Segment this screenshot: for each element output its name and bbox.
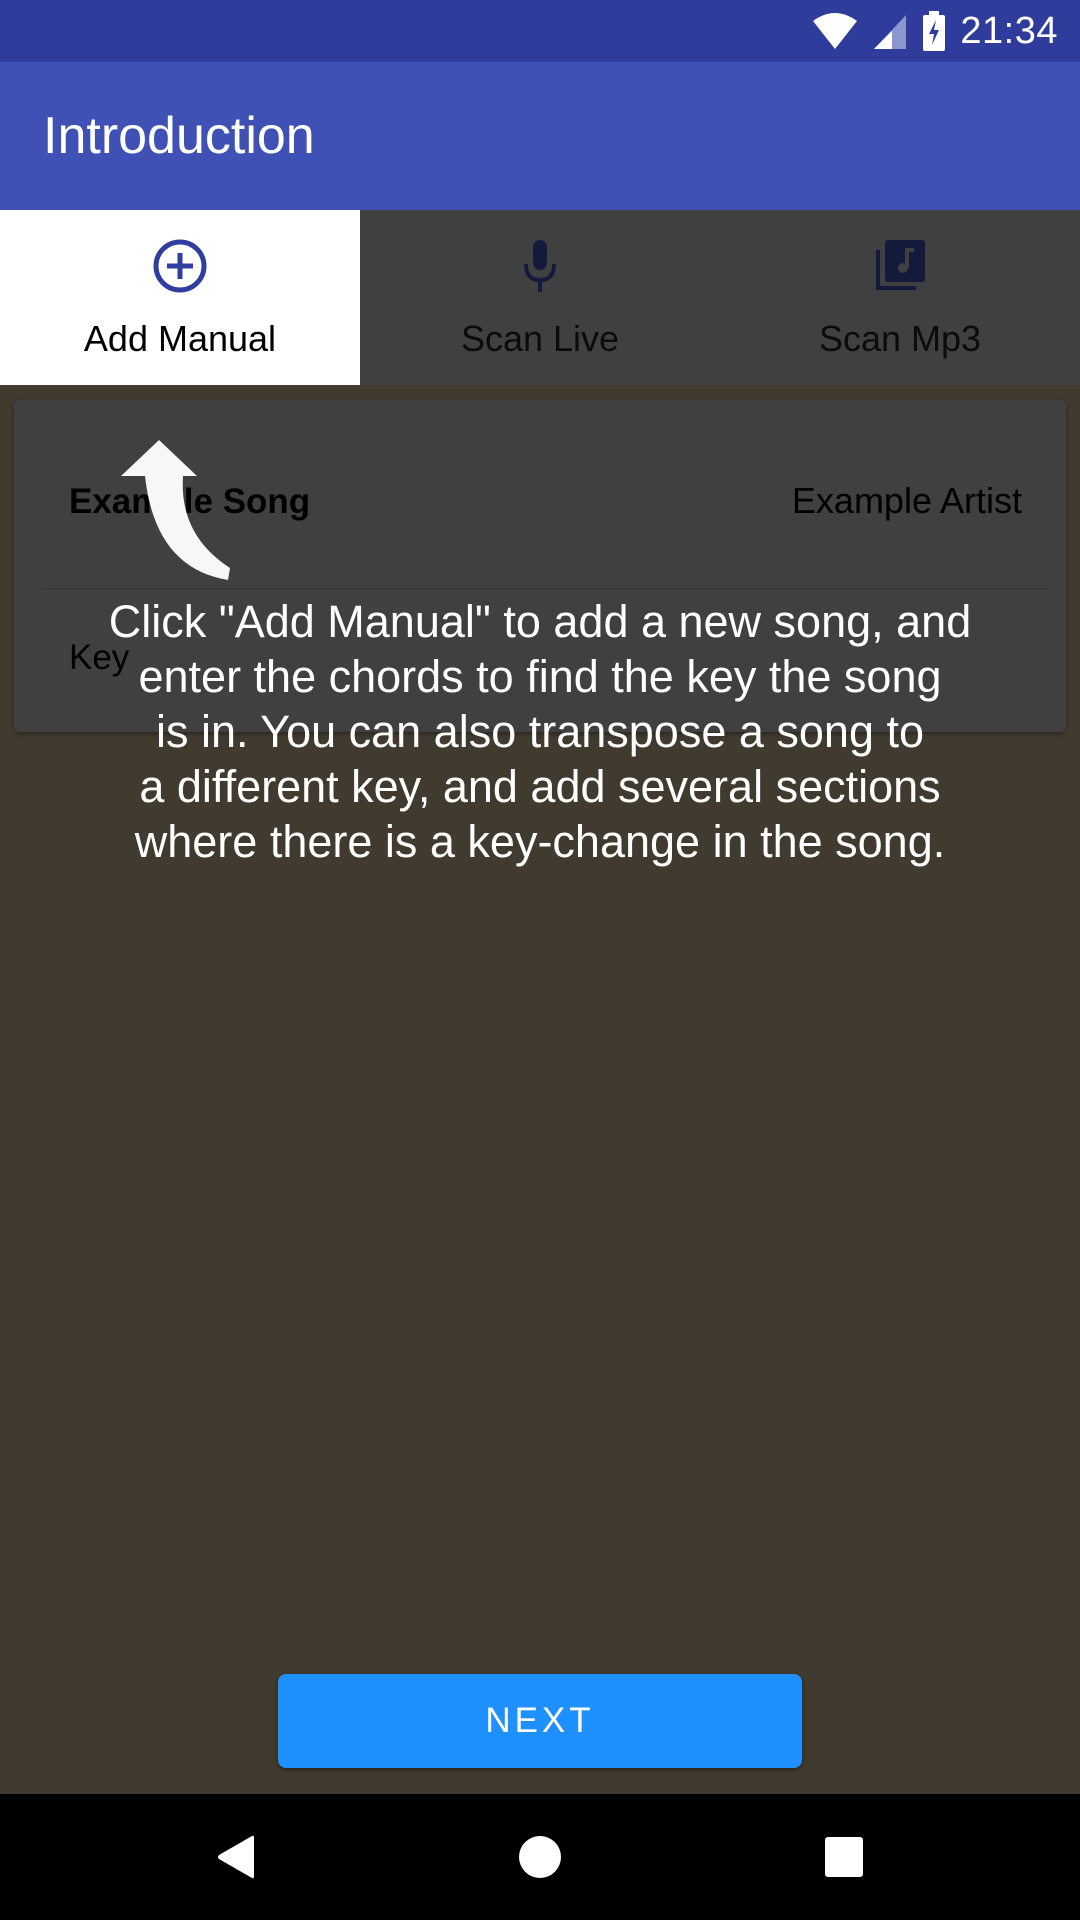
card-divider (42, 588, 1048, 590)
home-icon (519, 1836, 561, 1878)
cell-signal-icon (874, 15, 907, 49)
curved-arrow-up-icon (121, 440, 230, 580)
wifi-icon (813, 13, 858, 49)
music-library-icon (876, 240, 925, 290)
tab-bar: Add Manual Scan Live Scan Mp3 (0, 210, 1080, 385)
add-circle-icon (153, 239, 207, 293)
page-title: Introduction (43, 107, 315, 165)
microphone-icon (524, 240, 556, 292)
recents-icon (825, 1837, 863, 1877)
next-button[interactable]: NEXT (278, 1674, 802, 1768)
back-icon (218, 1835, 254, 1879)
status-bar: 21:34 (0, 0, 1080, 62)
battery-charging-icon (923, 11, 946, 51)
status-icons: 21:34 (812, 0, 1058, 62)
app-bar: Introduction (0, 62, 1080, 210)
tutorial-text: Click "Add Manual" to add a new song, an… (108, 596, 972, 867)
tab-scan-live[interactable]: Scan Live (360, 210, 720, 385)
tab-add-manual[interactable]: Add Manual (0, 210, 360, 385)
tab-scan-mp3[interactable]: Scan Mp3 (720, 210, 1080, 385)
song-artist: Example Artist (791, 480, 1022, 521)
status-time: 21:34 (960, 9, 1058, 52)
tab-label: Add Manual (83, 318, 277, 359)
recents-button[interactable] (781, 1794, 907, 1920)
tab-label: Scan Mp3 (818, 318, 982, 359)
home-button[interactable] (477, 1794, 603, 1920)
navigation-bar (0, 1794, 1080, 1920)
tab-label: Scan Live (460, 318, 620, 359)
back-button[interactable] (173, 1794, 299, 1920)
